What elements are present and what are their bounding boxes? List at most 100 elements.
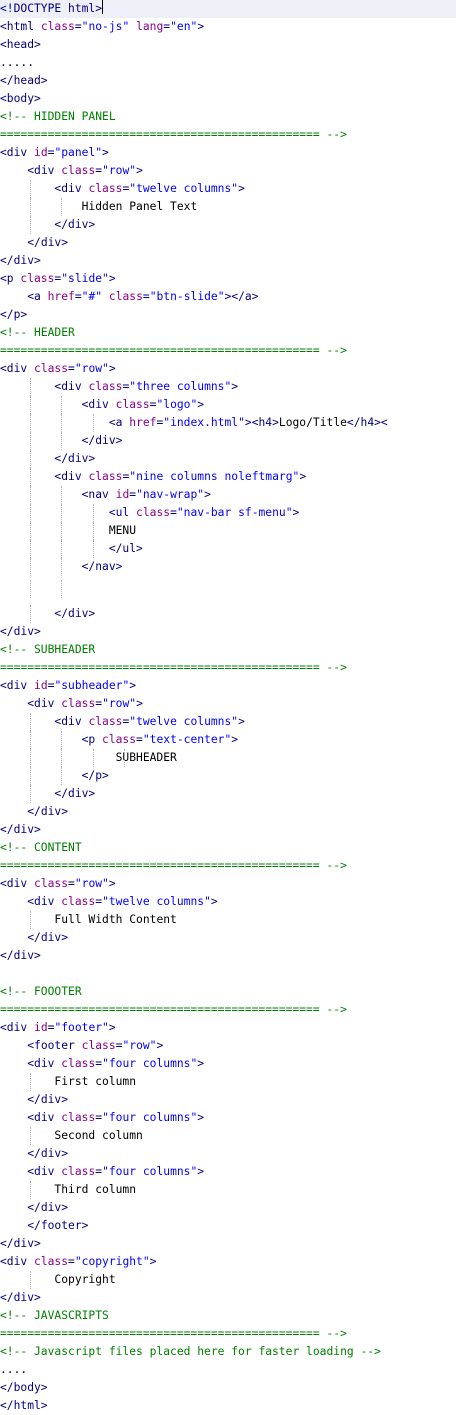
code-line-39[interactable]: <div class="row"> — [0, 695, 143, 713]
code-line-1[interactable]: <!DOCTYPE html> — [0, 0, 456, 18]
code-line-5[interactable]: </head> — [0, 72, 48, 90]
code-line-29[interactable]: <ul class="nav-bar sf-menu"> — [0, 504, 299, 522]
token-tag: <body> — [0, 92, 41, 105]
code-line-10[interactable]: <div class="row"> — [0, 162, 143, 180]
code-line-4[interactable]: ..... — [0, 54, 34, 72]
code-line-55[interactable]: <!-- FOOOTER — [0, 983, 82, 1001]
code-line-45[interactable]: </div> — [0, 803, 68, 821]
code-line-33[interactable] — [0, 580, 54, 598]
code-line-61[interactable]: </div> — [0, 1091, 68, 1109]
code-line-47[interactable]: <!-- CONTENT — [0, 839, 82, 857]
code-line-38[interactable]: <div id="subheader"> — [0, 677, 136, 695]
code-line-44[interactable]: </div> — [0, 785, 95, 803]
code-line-48[interactable]: ========================================… — [0, 857, 347, 875]
indent-guide — [30, 1127, 31, 1145]
code-line-3[interactable]: <head> — [0, 36, 41, 54]
code-line-59[interactable]: <div class="four columns"> — [0, 1055, 204, 1073]
code-line-46[interactable]: </div> — [0, 821, 41, 839]
token-attr: class — [20, 272, 55, 285]
code-line-8[interactable]: ========================================… — [0, 126, 347, 144]
code-line-37[interactable]: ========================================… — [0, 659, 347, 677]
code-line-62[interactable]: <div class="four columns"> — [0, 1109, 204, 1127]
code-line-35[interactable]: </div> — [0, 623, 41, 641]
code-line-78[interactable]: </html> — [0, 1397, 48, 1415]
code-line-64[interactable]: </div> — [0, 1145, 68, 1163]
code-line-56[interactable]: ========================================… — [0, 1001, 347, 1019]
token-attr: class — [61, 1165, 96, 1178]
token-tag: </footer> — [27, 1219, 89, 1232]
code-line-60[interactable]: First column — [0, 1073, 136, 1091]
token-tag: </ul> — [108, 542, 143, 555]
token-val: "copyright" — [74, 1255, 150, 1268]
token-val: "row" — [74, 362, 109, 375]
code-line-30[interactable]: MENU — [0, 522, 136, 540]
code-line-68[interactable]: </footer> — [0, 1217, 88, 1235]
code-line-51[interactable]: Full Width Content — [0, 911, 176, 929]
code-line-7[interactable]: <!-- HIDDEN PANEL — [0, 108, 116, 126]
code-line-14[interactable]: </div> — [0, 234, 68, 252]
token-attr: class — [102, 733, 137, 746]
code-line-6[interactable]: <body> — [0, 90, 41, 108]
code-line-15[interactable]: </div> — [0, 252, 41, 270]
code-line-19[interactable]: <!-- HEADER — [0, 324, 75, 342]
code-line-2[interactable]: <html class="no-js" lang="en"> — [0, 18, 204, 36]
code-line-36[interactable]: <!-- SUBHEADER — [0, 641, 95, 659]
code-line-57[interactable]: <div id="footer"> — [0, 1019, 116, 1037]
code-line-16[interactable]: <p class="slide"> — [0, 270, 116, 288]
token-tag: = — [68, 1255, 75, 1268]
code-line-20[interactable]: ========================================… — [0, 342, 347, 360]
code-line-50[interactable]: <div class="twelve columns"> — [0, 893, 217, 911]
code-line-41[interactable]: <p class="text-center"> — [0, 731, 238, 749]
token-val: "#" — [81, 290, 103, 303]
code-line-58[interactable]: <footer class="row"> — [0, 1037, 163, 1055]
token-tag: <p — [81, 733, 103, 746]
code-line-63[interactable]: Second column — [0, 1127, 142, 1145]
code-line-42[interactable]: SUBHEADER — [0, 749, 177, 767]
code-line-49[interactable]: <div class="row"> — [0, 875, 116, 893]
token-tag: > — [108, 877, 116, 890]
code-line-67[interactable]: </div> — [0, 1199, 68, 1217]
code-line-31[interactable]: </ul> — [0, 540, 143, 558]
code-editor[interactable]: <!DOCTYPE html> <html class="no-js" lang=… — [0, 0, 456, 1412]
code-line-72[interactable]: </div> — [0, 1289, 41, 1307]
token-tag: <div — [27, 164, 62, 177]
code-line-11[interactable]: <div class="twelve columns"> — [0, 180, 244, 198]
code-line-22[interactable]: <div class="three columns"> — [0, 378, 238, 396]
code-line-65[interactable]: <div class="four columns"> — [0, 1163, 204, 1181]
code-line-28[interactable]: <nav id="nav-wrap"> — [0, 486, 211, 504]
code-line-69[interactable]: </div> — [0, 1235, 41, 1253]
code-line-27[interactable]: <div class="nine columns noleftmarg"> — [0, 468, 306, 486]
code-line-74[interactable]: ========================================… — [0, 1325, 347, 1343]
code-line-43[interactable]: </p> — [0, 767, 109, 785]
code-line-75[interactable]: <!-- Javascript files placed here for fa… — [0, 1343, 381, 1361]
code-line-9[interactable]: <div id="panel"> — [0, 144, 109, 162]
code-line-17[interactable]: <a href="#" class="btn-slide"></a> — [0, 288, 258, 306]
code-line-52[interactable]: </div> — [0, 929, 68, 947]
indent-guide — [61, 414, 62, 432]
token-tag: <div — [27, 1057, 62, 1070]
code-line-77[interactable]: </body> — [0, 1379, 48, 1397]
code-line-26[interactable]: </div> — [0, 450, 95, 468]
code-line-71[interactable]: Copyright — [0, 1271, 115, 1289]
code-line-70[interactable]: <div class="copyright"> — [0, 1253, 156, 1271]
code-line-53[interactable]: </div> — [0, 947, 41, 965]
indent-guide — [61, 580, 62, 598]
code-line-21[interactable]: <div class="row"> — [0, 360, 116, 378]
code-line-66[interactable]: Third column — [0, 1181, 136, 1199]
code-line-34[interactable]: </div> — [0, 605, 95, 623]
code-line-24[interactable]: <a href="index.html"><h4>Logo/Title</h4>… — [0, 414, 388, 432]
token-tag: </div> — [54, 452, 96, 465]
token-tag: </html> — [0, 1399, 48, 1412]
token-tag: > — [197, 1111, 205, 1124]
code-line-40[interactable]: <div class="twelve columns"> — [0, 713, 244, 731]
token-com: <!-- Javascript files placed here for fa… — [0, 1345, 381, 1358]
code-line-13[interactable]: </div> — [0, 216, 95, 234]
code-line-76[interactable]: .... — [0, 1361, 27, 1379]
token-attr: id — [34, 679, 48, 692]
code-line-18[interactable]: </p> — [0, 306, 27, 324]
code-line-73[interactable]: <!-- JAVASCRIPTS — [0, 1307, 109, 1325]
token-tag: > — [197, 20, 205, 33]
token-tag: = — [74, 20, 82, 33]
